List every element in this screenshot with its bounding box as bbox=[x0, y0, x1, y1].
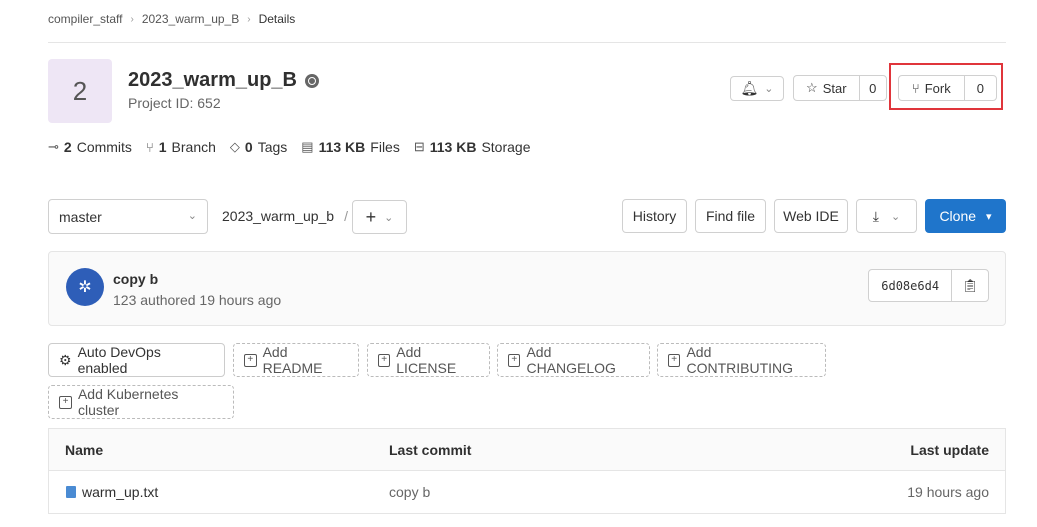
clipboard-icon: 📋︎ bbox=[961, 277, 979, 293]
table-header bbox=[49, 429, 1005, 471]
star-count[interactable]: 0 bbox=[858, 76, 886, 100]
chevron-down-icon: ⌄ bbox=[384, 211, 394, 224]
project-avatar[interactable]: 2 bbox=[48, 59, 112, 123]
path-separator: / bbox=[344, 208, 348, 224]
plus-square-icon: + bbox=[378, 353, 391, 367]
find-file-button[interactable]: Find file bbox=[695, 199, 766, 233]
plus-square-icon: + bbox=[244, 353, 257, 367]
gear-icon: ⚙ bbox=[59, 351, 72, 368]
chevron-right-icon: › bbox=[130, 13, 134, 25]
download-dropdown[interactable]: ⤓ ⌄ bbox=[856, 199, 917, 233]
project-stats: ⊸ 2 Commits ⑂ 1 Branch ◇ 0 Tags ▤ 113 KB Fil… bbox=[48, 139, 531, 155]
column-header-last-commit: Last commit bbox=[389, 442, 472, 458]
files-stat[interactable]: ▤ 113 KB Files bbox=[301, 139, 400, 155]
add-readme-label: Add README bbox=[262, 344, 323, 376]
auto-devops-label: Auto DevOps enabled bbox=[77, 344, 161, 376]
branch-selector[interactable]: master ⌄ bbox=[48, 199, 208, 234]
repo-path: 2023_warm_up_b / bbox=[222, 208, 348, 224]
file-last-update: 19 hours ago bbox=[907, 484, 989, 500]
chevron-down-icon: ▾ bbox=[986, 210, 992, 223]
project-id: Project ID: 652 bbox=[128, 95, 221, 111]
chevron-down-icon: ⌄ bbox=[764, 83, 774, 95]
project-title-row: 2023_warm_up_B bbox=[128, 69, 319, 92]
add-contributing-label: Add CONTRIBUTING bbox=[686, 344, 794, 376]
commit-sha-group: 6d08e6d4 📋︎ bbox=[868, 269, 989, 302]
add-contributing-button[interactable]: + Add CONTRIBUTING bbox=[657, 343, 826, 377]
branch-icon: ⑂ bbox=[145, 139, 154, 155]
add-kubernetes-label: Add Kubernetes cluster bbox=[77, 386, 179, 418]
breadcrumb: compiler_staff › 2023_warm_up_B › Detail… bbox=[48, 12, 295, 26]
plus-icon: + bbox=[365, 206, 377, 227]
file-name: warm_up.txt bbox=[82, 484, 159, 500]
branches-stat[interactable]: ⑂ 1 Branch bbox=[146, 139, 216, 155]
add-readme-button[interactable]: + Add README bbox=[233, 343, 359, 377]
star-icon: ☆ bbox=[806, 80, 818, 95]
add-kubernetes-button[interactable]: + Add Kubernetes cluster bbox=[48, 385, 234, 419]
chevron-down-icon: ⌄ bbox=[890, 210, 901, 223]
last-commit-panel bbox=[48, 251, 1006, 326]
plus-square-icon: + bbox=[59, 395, 72, 409]
tags-stat[interactable]: ◇ 0 Tags bbox=[230, 139, 287, 155]
public-visibility-icon bbox=[304, 73, 319, 88]
clone-button[interactable]: Clone ▾ bbox=[925, 199, 1006, 233]
commits-stat[interactable]: ⊸ 2 Commits bbox=[48, 139, 132, 155]
commit-message[interactable]: copy b bbox=[113, 271, 158, 287]
star-label: Star bbox=[822, 80, 847, 96]
storage-icon: ⊟ bbox=[413, 139, 425, 154]
star-group: ☆ Star 0 bbox=[793, 75, 887, 101]
star-button[interactable]: ☆ Star bbox=[794, 76, 859, 100]
commit-sha[interactable]: 6d08e6d4 bbox=[869, 270, 951, 301]
add-license-label: Add LICENSE bbox=[396, 344, 457, 376]
table-row-file[interactable]: warm_up.txt bbox=[66, 484, 158, 500]
file-last-commit[interactable]: copy b bbox=[389, 484, 430, 500]
branch-name: master bbox=[59, 209, 102, 225]
notification-dropdown[interactable]: 🔔︎ ⌄ bbox=[730, 76, 784, 101]
history-button[interactable]: History bbox=[622, 199, 687, 233]
download-icon: ⤓ bbox=[872, 207, 879, 224]
storage-stat[interactable]: ⊟ 113 KB Storage bbox=[414, 139, 531, 155]
chevron-right-icon: › bbox=[247, 13, 251, 25]
add-changelog-label: Add CHANGELOG bbox=[526, 344, 616, 376]
add-to-tree-dropdown[interactable]: + ⌄ bbox=[352, 200, 407, 234]
auto-devops-button[interactable]: ⚙ Auto DevOps enabled bbox=[48, 343, 225, 377]
header-divider bbox=[48, 42, 1006, 43]
repo-path-root[interactable]: 2023_warm_up_b bbox=[222, 208, 334, 224]
project-title[interactable]: 2023_warm_up_B bbox=[128, 69, 297, 92]
add-license-button[interactable]: + Add LICENSE bbox=[367, 343, 490, 377]
bell-icon: 🔔︎ bbox=[740, 80, 759, 96]
column-header-last-update: Last update bbox=[910, 442, 989, 458]
breadcrumb-current: Details bbox=[258, 12, 296, 26]
breadcrumb-project[interactable]: 2023_warm_up_B bbox=[142, 12, 239, 26]
file-text-icon bbox=[66, 486, 76, 498]
commit-meta: 123 authored 19 hours ago bbox=[113, 292, 282, 308]
add-changelog-button[interactable]: + Add CHANGELOG bbox=[497, 343, 650, 377]
breadcrumb-group[interactable]: compiler_staff bbox=[48, 12, 122, 26]
highlight-box bbox=[889, 63, 1003, 110]
chevron-down-icon: ⌄ bbox=[187, 210, 197, 222]
plus-square-icon: + bbox=[508, 353, 521, 367]
web-ide-button[interactable]: Web IDE bbox=[774, 199, 848, 233]
copy-sha-button[interactable]: 📋︎ bbox=[951, 270, 988, 301]
commit-icon: ⊸ bbox=[48, 139, 59, 154]
column-header-name: Name bbox=[65, 442, 104, 458]
tag-icon: ◇ bbox=[229, 139, 240, 154]
plus-square-icon: + bbox=[668, 353, 681, 367]
clone-label: Clone bbox=[939, 208, 977, 224]
user-avatar[interactable]: ✲ bbox=[66, 268, 104, 306]
file-icon: ▤ bbox=[301, 139, 314, 154]
